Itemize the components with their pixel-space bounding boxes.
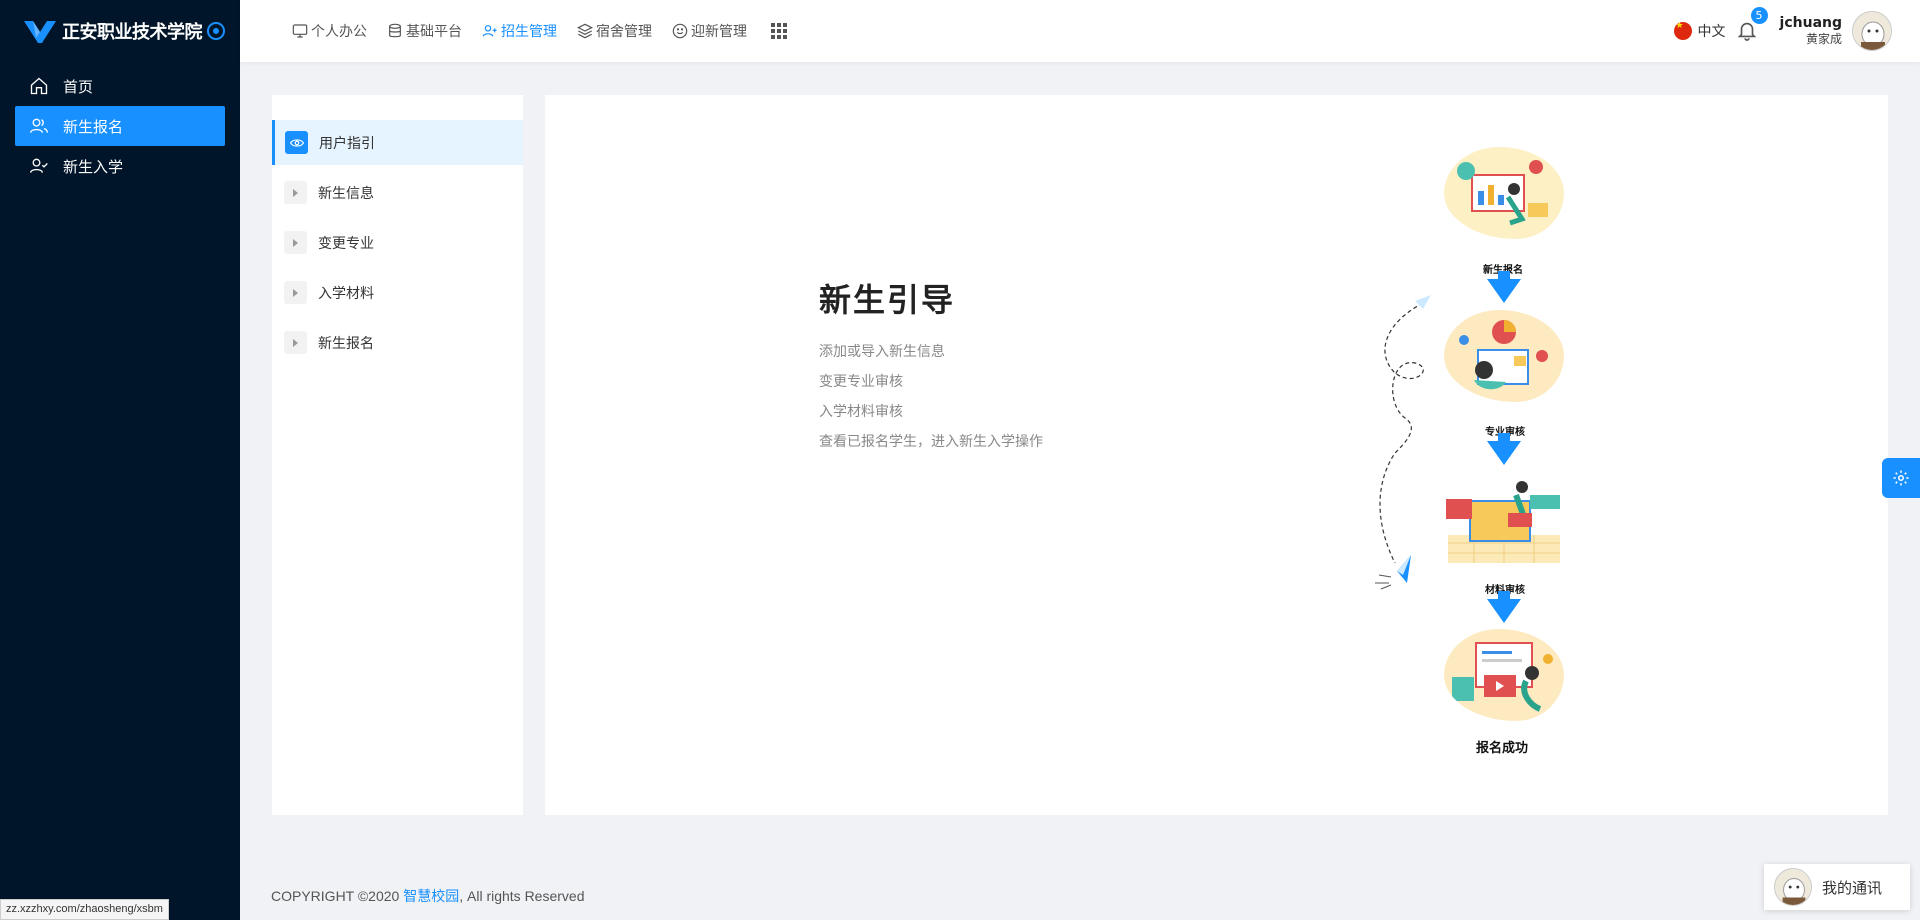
flow-final-label: 报名成功 — [1476, 741, 1529, 756]
notification-bell[interactable]: 5 — [1736, 7, 1768, 43]
brand-name: 正安职业技术学院 — [62, 22, 203, 43]
guide-title: 新生引导 — [819, 281, 956, 319]
topnav-label: 迎新管理 — [691, 24, 747, 40]
monitor-icon — [292, 24, 308, 38]
user-realname: 黄家成 — [1805, 32, 1842, 47]
caret-right-icon — [284, 231, 307, 254]
browser-status-url: zz.xzzhxy.com/zhaosheng/xsbm — [0, 899, 169, 920]
top-nav: 个人办公 基础平台 招生管理 宿舍管理 迎新管理 — [240, 0, 787, 62]
footer-link[interactable]: 智慧校园 — [403, 888, 459, 904]
illustration-success — [1444, 629, 1564, 721]
guide-step: 查看已报名学生，进入新生入学操作 — [819, 434, 1043, 450]
user-plus-icon — [482, 25, 497, 37]
apps-grid-icon[interactable] — [771, 23, 787, 39]
avatar[interactable] — [1852, 11, 1892, 51]
chat-avatar — [1774, 868, 1812, 906]
submenu-item-enrollment[interactable]: 新生报名 — [272, 320, 523, 365]
illustration-review — [1444, 310, 1564, 402]
guide-step: 变更专业审核 — [819, 374, 903, 390]
sidebar-item-label: 新生报名 — [63, 117, 124, 136]
sub-menu-panel: 用户指引 新生信息 变更专业 入学材料 新生报名 — [272, 95, 523, 815]
topnav-admission-management[interactable]: 招生管理 — [482, 21, 557, 41]
layers-icon — [577, 23, 593, 39]
settings-float-button[interactable] — [1882, 458, 1920, 498]
avatar-illustration-icon — [1853, 12, 1891, 50]
topnav-label: 招生管理 — [501, 24, 557, 40]
guide-step: 添加或导入新生信息 — [819, 344, 945, 360]
eye-icon — [285, 131, 308, 154]
submenu-label: 入学材料 — [318, 285, 374, 302]
topnav-base-platform[interactable]: 基础平台 — [387, 21, 462, 41]
footer-copyright: COPYRIGHT ©2020 智慧校园, All rights Reserve… — [271, 886, 585, 906]
topnav-welcome-management[interactable]: 迎新管理 — [672, 21, 747, 41]
paper-plane-top-icon — [1415, 295, 1431, 309]
sidebar-item-home[interactable]: 首页 — [15, 66, 225, 106]
sidebar-item-enrollment[interactable]: 新生报名 — [15, 106, 225, 146]
smile-icon — [672, 23, 688, 39]
sidebar-item-admission[interactable]: 新生入学 — [15, 146, 225, 186]
notification-badge: 5 — [1750, 7, 1768, 24]
china-flag-icon — [1673, 22, 1692, 40]
logo-icon — [24, 21, 56, 43]
sidebar-menu: 首页 新生报名 新生入学 — [0, 62, 240, 190]
submenu-label: 新生报名 — [318, 335, 374, 352]
submenu-label: 新生信息 — [318, 185, 374, 202]
header-right: 中文 5 jchuang 黄家成 — [1673, 0, 1892, 62]
illustration-analytics — [1444, 147, 1564, 239]
caret-right-icon — [284, 181, 307, 204]
topnav-label: 宿舍管理 — [596, 24, 652, 40]
arrow-down-icon — [1487, 279, 1521, 303]
collapse-toggle-icon[interactable] — [207, 22, 225, 40]
illustration-materials — [1444, 473, 1564, 565]
submenu-label: 用户指引 — [319, 135, 375, 152]
database-icon — [389, 23, 401, 38]
user-info[interactable]: jchuang 黄家成 — [1780, 15, 1842, 48]
sidebar-item-label: 新生入学 — [63, 157, 124, 176]
language-switch[interactable]: 中文 — [1673, 21, 1726, 41]
caret-right-icon — [284, 281, 307, 304]
language-label: 中文 — [1697, 24, 1726, 40]
submenu-item-change-major[interactable]: 变更专业 — [272, 220, 523, 265]
flow-arrow-stem — [1498, 271, 1510, 279]
username: jchuang — [1779, 14, 1842, 31]
arrow-down-icon — [1487, 599, 1521, 623]
sidebar: 正安职业技术学院 首页 新生报名 新生入学 — [0, 0, 240, 920]
topnav-label: 基础平台 — [406, 24, 462, 40]
copyright-prefix: COPYRIGHT ©2020 — [271, 888, 404, 904]
flow-arrow-stem — [1498, 591, 1510, 599]
copyright-suffix: , All rights Reserved — [459, 888, 585, 904]
caret-right-icon — [284, 331, 307, 354]
guide-step-list: 添加或导入新生信息 变更专业审核 入学材料审核 查看已报名学生，进入新生入学操作 — [819, 337, 1043, 457]
submenu-label: 变更专业 — [318, 235, 374, 252]
sidebar-item-label: 首页 — [63, 77, 94, 96]
home-icon — [30, 77, 48, 95]
topnav-dorm-management[interactable]: 宿舍管理 — [577, 21, 652, 41]
submenu-item-student-info[interactable]: 新生信息 — [272, 170, 523, 215]
brand: 正安职业技术学院 — [0, 0, 240, 62]
topnav-personal-office[interactable]: 个人办公 — [292, 21, 367, 41]
submenu-item-admission-materials[interactable]: 入学材料 — [272, 270, 523, 315]
guide-step: 入学材料审核 — [819, 404, 903, 420]
topnav-label: 个人办公 — [311, 24, 367, 40]
top-header: 个人办公 基础平台 招生管理 宿舍管理 迎新管理 中文 5 — [240, 0, 1920, 62]
submenu-item-user-guide[interactable]: 用户指引 — [272, 120, 523, 165]
users-icon — [30, 118, 48, 133]
chat-label: 我的通讯 — [1822, 878, 1883, 897]
user-check-icon — [30, 158, 48, 173]
gear-icon — [1893, 470, 1909, 486]
paper-plane-trail — [1375, 295, 1431, 590]
arrow-down-icon — [1487, 441, 1521, 465]
guide-content: 新生引导 添加或导入新生信息 变更专业审核 入学材料审核 查看已报名学生，进入新… — [545, 95, 1888, 815]
my-messages-widget[interactable]: 我的通讯 — [1764, 864, 1910, 910]
flow-arrow-stem — [1498, 433, 1510, 441]
